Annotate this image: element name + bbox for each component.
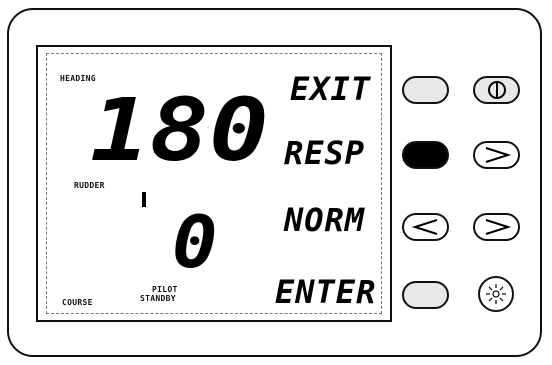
chevron-right-icon bbox=[485, 219, 511, 235]
decrease-button[interactable] bbox=[402, 213, 449, 241]
course-label: COURSE bbox=[62, 298, 93, 307]
increase-button[interactable] bbox=[473, 213, 520, 241]
sun-icon bbox=[486, 284, 506, 304]
chevron-right-icon bbox=[485, 147, 511, 163]
softkey-enter-label[interactable]: ENTER bbox=[275, 276, 376, 308]
light-button[interactable] bbox=[478, 276, 514, 312]
chevron-left-icon bbox=[411, 219, 437, 235]
softkey-norm-label[interactable]: NORM bbox=[284, 204, 365, 236]
course-value: 0 bbox=[172, 200, 218, 284]
pilot-label: PILOT bbox=[152, 285, 178, 294]
power-icon bbox=[487, 81, 506, 99]
increase-button-top[interactable] bbox=[473, 141, 520, 169]
resp-button[interactable] bbox=[402, 141, 449, 169]
exit-button[interactable] bbox=[402, 76, 449, 104]
heading-value: 180 bbox=[90, 81, 269, 181]
rudder-label: RUDDER bbox=[74, 181, 105, 190]
power-button[interactable] bbox=[473, 76, 520, 104]
softkey-exit-label[interactable]: EXIT bbox=[290, 73, 371, 105]
standby-label: STANDBY bbox=[140, 294, 176, 303]
softkey-resp-label[interactable]: RESP bbox=[284, 137, 365, 169]
rudder-indicator bbox=[142, 192, 146, 207]
enter-button[interactable] bbox=[402, 281, 449, 309]
